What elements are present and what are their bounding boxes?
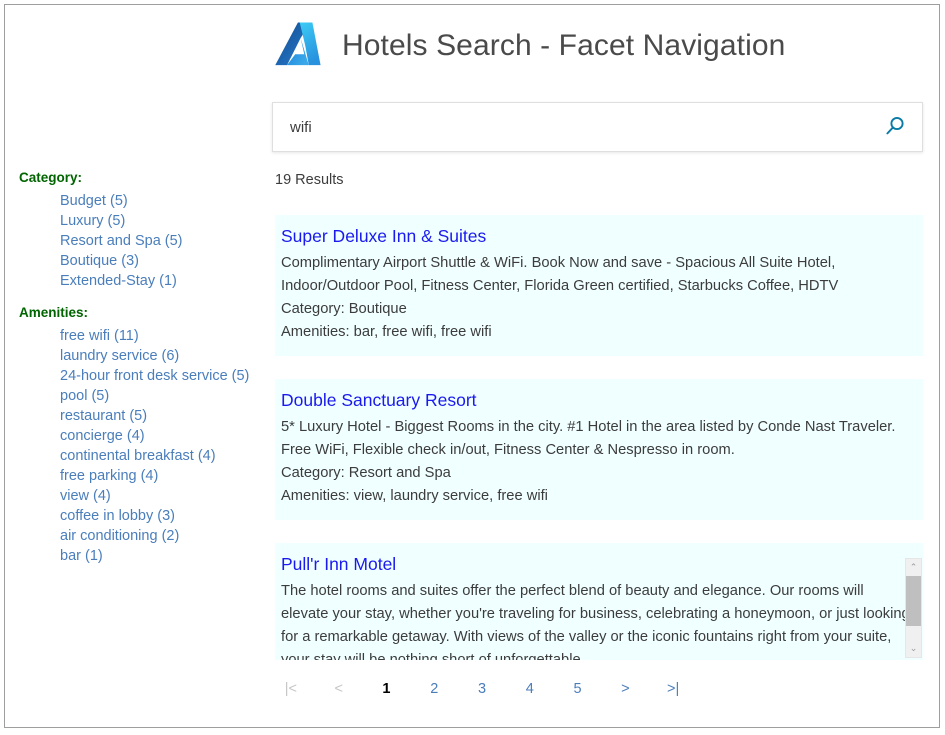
page-title: Hotels Search - Facet Navigation <box>342 29 785 63</box>
facet-heading-category: Category: <box>5 170 267 185</box>
facet-item-luxury[interactable]: Luxury (5) <box>60 211 267 231</box>
facet-item-concierge[interactable]: concierge (4) <box>60 426 267 446</box>
facet-item-24-hour-front-desk-service[interactable]: 24-hour front desk service (5) <box>60 366 267 386</box>
result-card[interactable]: Pull'r Inn Motel The hotel rooms and sui… <box>275 543 923 660</box>
facet-item-free-wifi[interactable]: free wifi (11) <box>60 326 267 346</box>
result-title-link[interactable]: Pull'r Inn Motel <box>281 552 396 577</box>
chevron-up-icon: ⌃ <box>910 563 918 572</box>
pagination-page-2[interactable]: 2 <box>410 679 458 699</box>
facet-item-restaurant[interactable]: restaurant (5) <box>60 406 267 426</box>
pagination-page-1[interactable]: 1 <box>363 679 411 699</box>
facet-group-amenities: Amenities: free wifi (11) laundry servic… <box>5 305 267 566</box>
results-list: Super Deluxe Inn & Suites Complimentary … <box>275 215 923 660</box>
facet-list-amenities: free wifi (11) laundry service (6) 24-ho… <box>5 326 267 566</box>
search-icon <box>883 114 907 141</box>
facet-item-coffee-in-lobby[interactable]: coffee in lobby (3) <box>60 506 267 526</box>
azure-logo-icon <box>268 18 326 76</box>
scrollbar-up-button[interactable]: ⌃ <box>906 559 921 576</box>
pagination-page-3[interactable]: 3 <box>458 679 506 699</box>
result-title-link[interactable]: Super Deluxe Inn & Suites <box>281 224 486 249</box>
facet-item-air-conditioning[interactable]: air conditioning (2) <box>60 526 267 546</box>
facet-item-continental-breakfast[interactable]: continental breakfast (4) <box>60 446 267 466</box>
pagination-page-5[interactable]: 5 <box>554 679 602 699</box>
scrollbar-thumb[interactable] <box>906 576 921 626</box>
result-description: The hotel rooms and suites offer the per… <box>281 580 913 660</box>
result-amenities: Amenities: bar, free wifi, free wifi <box>281 321 913 344</box>
facet-item-pool[interactable]: pool (5) <box>60 386 267 406</box>
result-title-link[interactable]: Double Sanctuary Resort <box>281 388 477 413</box>
facet-sidebar: Category: Budget (5) Luxury (5) Resort a… <box>5 170 267 566</box>
pagination-next[interactable]: > <box>601 679 649 699</box>
pagination-first[interactable]: |< <box>267 679 315 699</box>
results-count: 19 Results <box>275 172 344 188</box>
result-card[interactable]: Double Sanctuary Resort 5* Luxury Hotel … <box>275 379 923 520</box>
facet-group-category: Category: Budget (5) Luxury (5) Resort a… <box>5 170 267 291</box>
facet-item-extended-stay[interactable]: Extended-Stay (1) <box>60 271 267 291</box>
facet-list-category: Budget (5) Luxury (5) Resort and Spa (5)… <box>5 191 267 291</box>
result-card[interactable]: Super Deluxe Inn & Suites Complimentary … <box>275 215 923 356</box>
result-category: Category: Resort and Spa <box>281 462 913 485</box>
facet-item-resort-and-spa[interactable]: Resort and Spa (5) <box>60 231 267 251</box>
result-description: Complimentary Airport Shuttle & WiFi. Bo… <box>281 252 913 298</box>
search-button[interactable] <box>868 103 922 151</box>
pagination-page-4[interactable]: 4 <box>506 679 554 699</box>
scrollbar-down-button[interactable]: ⌄ <box>906 640 921 657</box>
search-box[interactable] <box>272 102 923 152</box>
facet-item-laundry-service[interactable]: laundry service (6) <box>60 346 267 366</box>
pagination-prev[interactable]: < <box>315 679 363 699</box>
result-amenities: Amenities: view, laundry service, free w… <box>281 485 913 508</box>
facet-item-bar[interactable]: bar (1) <box>60 546 267 566</box>
chevron-down-icon: ⌄ <box>910 644 918 653</box>
search-input[interactable] <box>273 103 868 151</box>
facet-heading-amenities: Amenities: <box>5 305 267 320</box>
facet-item-free-parking[interactable]: free parking (4) <box>60 466 267 486</box>
results-scrollbar[interactable]: ⌃ ⌄ <box>905 558 922 658</box>
facet-item-boutique[interactable]: Boutique (3) <box>60 251 267 271</box>
pagination-last[interactable]: >| <box>649 679 697 699</box>
facet-item-view[interactable]: view (4) <box>60 486 267 506</box>
page-frame: Hotels Search - Facet Navigation Categor… <box>4 4 940 728</box>
pagination: |< < 1 2 3 4 5 > >| <box>267 679 697 699</box>
app-header: Hotels Search - Facet Navigation <box>268 9 785 83</box>
result-description: 5* Luxury Hotel - Biggest Rooms in the c… <box>281 416 913 462</box>
result-category: Category: Boutique <box>281 298 913 321</box>
facet-item-budget[interactable]: Budget (5) <box>60 191 267 211</box>
